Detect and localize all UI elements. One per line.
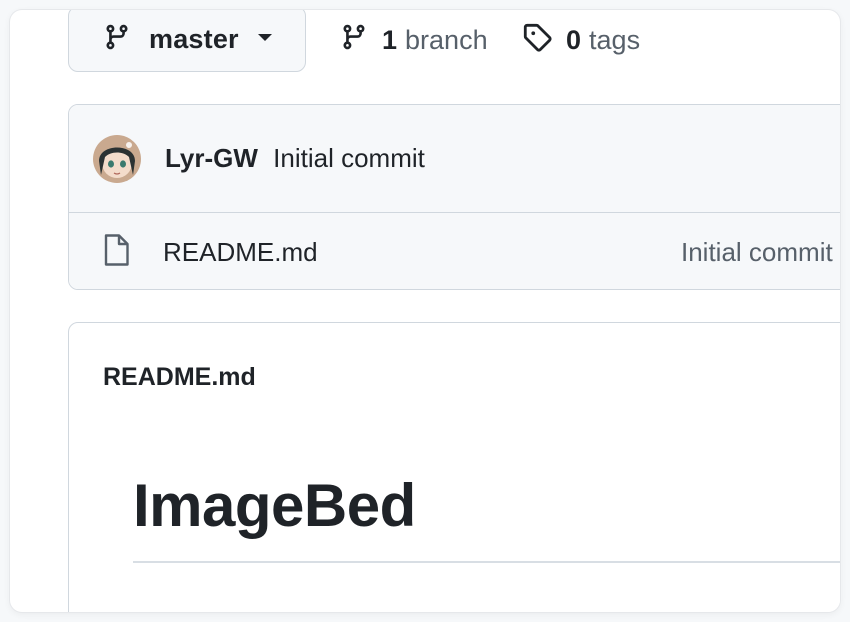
branch-label: branch [405, 25, 488, 55]
file-list: Lyr-GW Initial commit README.md Initial … [68, 104, 840, 290]
caret-down-icon [257, 30, 273, 48]
branches-link[interactable]: 1 branch [340, 22, 488, 59]
file-icon [103, 233, 129, 271]
git-branch-icon [103, 22, 131, 57]
file-commit-message-link[interactable]: Initial commit [681, 237, 833, 268]
readme-header: README.md [103, 363, 256, 391]
avatar[interactable] [93, 134, 141, 183]
tags-link[interactable]: 0 tags [522, 22, 640, 59]
tag-count: 0 [566, 25, 582, 55]
branch-selector-button[interactable]: master [68, 10, 306, 72]
branch-selector-label: master [149, 23, 239, 54]
repo-page: master 1 branch 0 tags Lyr-GW Initial co… [10, 10, 840, 612]
readme-divider [133, 561, 840, 563]
readme-title: ImageBed [133, 472, 416, 539]
readme-box: README.md ImageBed [68, 322, 840, 612]
commit-author-link[interactable]: Lyr-GW [165, 143, 258, 173]
git-branch-icon [340, 22, 368, 59]
tag-label: tags [589, 25, 641, 55]
latest-commit-row: Lyr-GW Initial commit [69, 105, 840, 213]
tag-icon [522, 22, 552, 59]
commit-message-link[interactable]: Initial commit [273, 143, 425, 173]
file-row[interactable]: README.md Initial commit [69, 213, 840, 289]
file-name-link[interactable]: README.md [163, 237, 318, 268]
branch-count: 1 [382, 25, 398, 55]
